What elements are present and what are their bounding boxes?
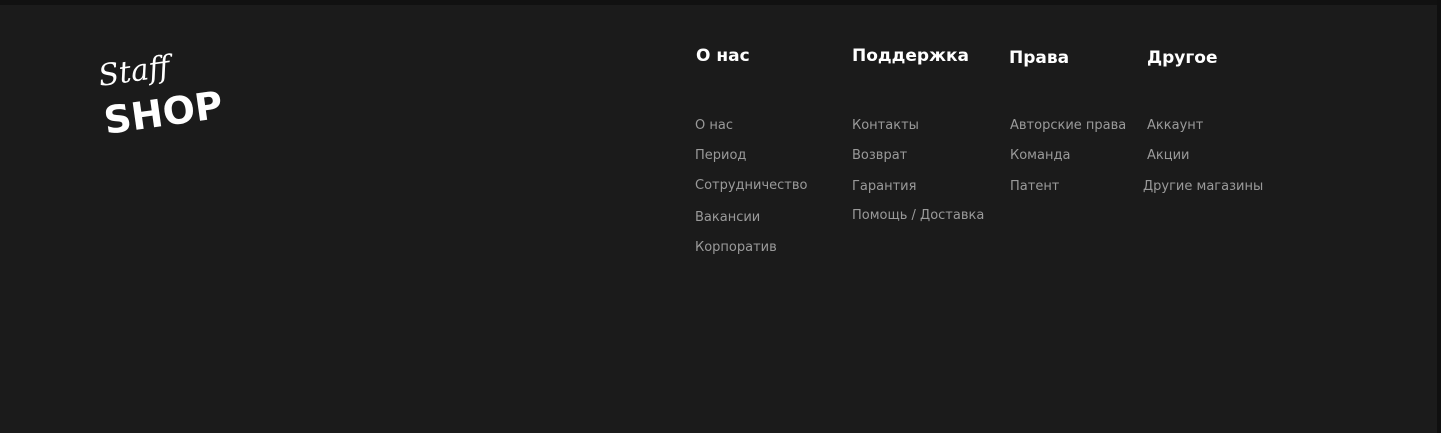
link-about[interactable]: О нас xyxy=(695,118,733,134)
scrollbar-edge xyxy=(1437,0,1441,433)
column-title-rights: Права xyxy=(1009,48,1070,68)
link-cooperation[interactable]: Сотрудничество xyxy=(695,178,808,194)
link-contacts[interactable]: Контакты xyxy=(852,118,919,134)
link-promotions[interactable]: Акции xyxy=(1147,148,1190,164)
link-period[interactable]: Период xyxy=(695,148,746,164)
link-patent[interactable]: Патент xyxy=(1010,179,1059,195)
column-title-support: Поддержка xyxy=(852,46,969,66)
staff-shop-logo[interactable]: Staff SHOP xyxy=(98,50,228,142)
link-vacancies[interactable]: Вакансии xyxy=(695,210,760,226)
link-corporate[interactable]: Корпоратив xyxy=(695,240,777,256)
link-copyright[interactable]: Авторские права xyxy=(1010,118,1126,134)
column-title-other: Другое xyxy=(1147,48,1218,68)
logo-word-shop: SHOP xyxy=(101,83,225,142)
link-help-delivery[interactable]: Помощь / Доставка xyxy=(852,208,984,224)
link-returns[interactable]: Возврат xyxy=(852,148,907,164)
link-other-stores[interactable]: Другие магазины xyxy=(1143,179,1263,195)
top-strip xyxy=(0,0,1441,5)
link-team[interactable]: Команда xyxy=(1010,148,1070,164)
link-account[interactable]: Аккаунт xyxy=(1147,118,1203,134)
link-warranty[interactable]: Гарантия xyxy=(852,179,916,195)
logo-word-staff: Staff xyxy=(98,50,177,94)
column-title-about: О нас xyxy=(696,46,750,66)
